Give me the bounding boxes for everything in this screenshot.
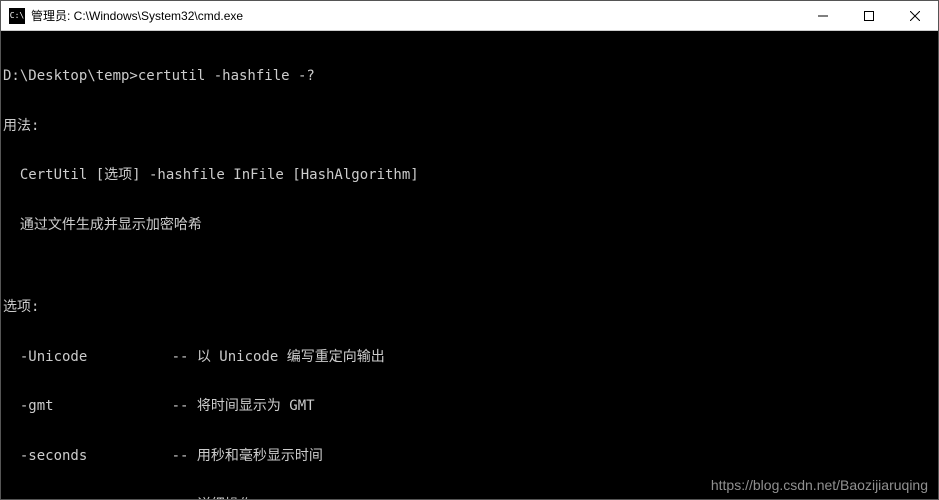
cmd-window: C:\ 管理员: C:\Windows\System32\cmd.exe D:\… xyxy=(0,0,939,500)
minimize-button[interactable] xyxy=(800,1,846,30)
titlebar: C:\ 管理员: C:\Windows\System32\cmd.exe xyxy=(1,1,938,31)
window-controls xyxy=(800,1,938,30)
watermark: https://blog.csdn.net/Baozijiaruqing xyxy=(711,477,928,494)
output-line: 用法: xyxy=(1,118,938,135)
close-button[interactable] xyxy=(892,1,938,30)
output-line: CertUtil [选项] -hashfile InFile [HashAlgo… xyxy=(1,167,938,184)
window-title: 管理员: C:\Windows\System32\cmd.exe xyxy=(31,7,800,24)
cmd-icon: C:\ xyxy=(9,8,25,24)
maximize-button[interactable] xyxy=(846,1,892,30)
output-line: -Unicode -- 以 Unicode 编写重定向输出 xyxy=(1,349,938,366)
prompt-line: D:\Desktop\temp>certutil -hashfile -? xyxy=(1,68,938,85)
output-line: -v -- 详细操作 xyxy=(1,497,938,499)
terminal-area[interactable]: D:\Desktop\temp>certutil -hashfile -? 用法… xyxy=(1,31,938,499)
output-line: -gmt -- 将时间显示为 GMT xyxy=(1,398,938,415)
output-line: 通过文件生成并显示加密哈希 xyxy=(1,217,938,234)
output-line: -seconds -- 用秒和毫秒显示时间 xyxy=(1,448,938,465)
output-line: 选项: xyxy=(1,299,938,316)
